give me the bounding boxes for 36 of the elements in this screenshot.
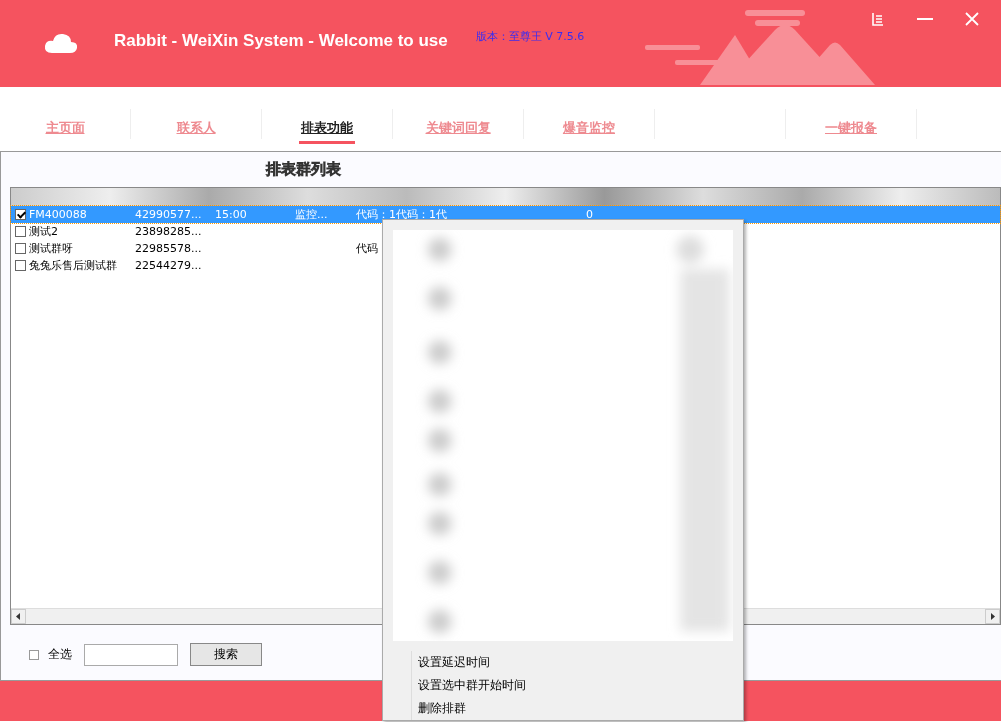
row-cell-text: FM400088 bbox=[29, 208, 88, 221]
list-row[interactable]: 兔兔乐售后测试群 22544279... bbox=[11, 257, 1000, 274]
menu-icon[interactable] bbox=[871, 12, 885, 26]
row-cell-text: 测试群呀 bbox=[29, 241, 74, 256]
row-cell-text: 15:00 bbox=[215, 208, 248, 221]
menu-item[interactable]: 删除排群 bbox=[412, 697, 743, 720]
row-checkbox[interactable] bbox=[15, 209, 26, 220]
window-title: Rabbit - WeiXin System - Welcome to use bbox=[114, 30, 448, 51]
select-all-checkbox[interactable] bbox=[29, 649, 39, 660]
menu-item[interactable]: 设置选中群开始时间 bbox=[412, 674, 743, 697]
search-button[interactable]: 搜索 bbox=[190, 643, 262, 666]
row-cell-text: 兔兔乐售后测试群 bbox=[29, 258, 118, 273]
row-checkbox[interactable] bbox=[15, 243, 26, 254]
nav-tab[interactable]: 排表功能 bbox=[299, 112, 355, 144]
row-cell-text: 监控... bbox=[295, 207, 329, 222]
row-checkbox[interactable] bbox=[15, 226, 26, 237]
row-cell-text: 22544279... bbox=[135, 259, 203, 272]
row-cell-text: 代码：1代码：1代 bbox=[356, 207, 448, 222]
row-cell-text: 0 bbox=[586, 208, 594, 221]
list-row[interactable]: 测试群呀 22985578... 代码 bbox=[11, 240, 1000, 257]
list-row[interactable]: 测试2 23898285... bbox=[11, 223, 1000, 240]
row-cell-text: 代码 bbox=[356, 241, 379, 256]
select-all-label: 全选 bbox=[48, 646, 72, 663]
row-cell-text: 22985578... bbox=[135, 242, 203, 255]
close-icon[interactable] bbox=[965, 12, 979, 26]
row-cell-text: 23898285... bbox=[135, 225, 203, 238]
row-cell-text: 42990577... bbox=[135, 208, 203, 221]
minimize-icon[interactable] bbox=[917, 17, 933, 21]
row-checkbox[interactable] bbox=[15, 260, 26, 271]
scroll-right-icon[interactable] bbox=[985, 609, 1000, 624]
scroll-left-icon[interactable] bbox=[11, 609, 26, 624]
row-cell-text: 测试2 bbox=[29, 224, 59, 239]
search-field[interactable] bbox=[84, 643, 178, 666]
panel-title: 排表群列表 bbox=[266, 160, 342, 179]
version-label: 版本：至尊王 V 7.5.6 bbox=[475, 29, 585, 44]
menu-item[interactable]: 设置延迟时间 bbox=[412, 651, 743, 674]
